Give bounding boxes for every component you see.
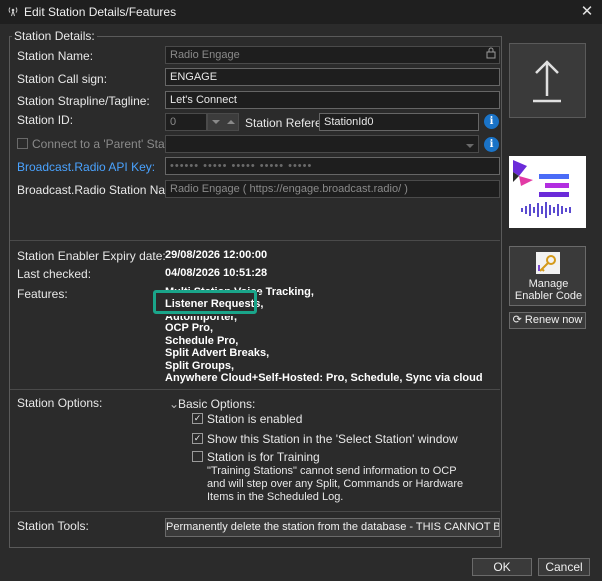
manage-enabler-label: Manage Enabler Code — [514, 278, 583, 302]
reference-info-icon[interactable]: i — [484, 114, 499, 129]
delete-station-button[interactable]: Permanently delete the station from the … — [165, 518, 500, 537]
training-label: Station is for Training — [207, 450, 320, 464]
key-icon — [535, 251, 561, 275]
divider — [10, 511, 500, 512]
feature-item: Split Groups, — [165, 360, 235, 372]
broadcast-icon — [7, 5, 19, 17]
station-name-label: Station Name: — [17, 49, 94, 63]
station-enabled-label: Station is enabled — [207, 412, 303, 426]
show-station-label: Show this Station in the 'Select Station… — [207, 432, 458, 446]
upload-arrow-icon — [533, 60, 561, 103]
renew-now-label: Renew now — [524, 314, 583, 326]
training-note: "Training Stations" cannot send informat… — [207, 465, 464, 503]
strapline-input[interactable]: Let's Connect — [165, 91, 500, 109]
divider — [10, 389, 500, 390]
chevron-down-icon — [465, 139, 475, 153]
last-checked-label: Last checked: — [17, 267, 92, 281]
station-id-stepper[interactable] — [207, 113, 239, 131]
basic-options-label: Basic Options: — [178, 397, 256, 411]
api-key-input[interactable]: •••••• ••••• ••••• ••••• ••••• — [165, 157, 500, 175]
parent-info-icon[interactable]: i — [484, 137, 499, 152]
features-label: Features: — [17, 287, 68, 301]
cancel-button[interactable]: Cancel — [538, 558, 590, 576]
station-tools-label: Station Tools: — [17, 519, 89, 533]
expiry-label: Station Enabler Expiry date: — [17, 249, 166, 263]
feature-item: Anywhere Cloud+Self-Hosted: Pro, Schedul… — [165, 372, 483, 384]
api-key-link[interactable]: Broadcast.Radio API Key: — [17, 160, 155, 174]
station-options-label: Station Options: — [17, 396, 103, 410]
training-checkbox[interactable] — [192, 451, 203, 462]
strapline-label: Station Strapline/Tagline: — [17, 94, 150, 108]
refresh-icon: ⟳ — [512, 314, 522, 326]
br-station-name-label: Broadcast.Radio Station Name: — [17, 183, 186, 197]
station-id-label: Station ID: — [17, 113, 74, 127]
station-logo-image — [509, 156, 586, 228]
window-title: Edit Station Details/Features — [24, 5, 177, 19]
close-button[interactable]: ✕ — [576, 2, 598, 22]
expiry-value: 29/08/2026 12:00:00 — [165, 249, 268, 261]
parent-station-select[interactable] — [165, 135, 479, 153]
feature-item: OCP Pro, — [165, 322, 214, 334]
lock-icon — [486, 47, 496, 59]
parent-station-checkbox[interactable] — [17, 138, 28, 149]
renew-now-button[interactable]: ⟳ Renew now — [509, 312, 586, 329]
station-name-value: Radio Engage — [170, 49, 240, 61]
last-checked-value: 04/08/2026 10:51:28 — [165, 267, 268, 279]
station-enabled-checkbox[interactable]: ✓ — [192, 413, 203, 424]
highlight-box — [153, 290, 257, 314]
feature-item: Schedule Pro, — [165, 335, 239, 347]
station-reference-input[interactable]: StationId0 — [319, 113, 479, 131]
divider — [10, 240, 500, 241]
call-sign-label: Station Call sign: — [17, 72, 108, 86]
show-station-checkbox[interactable]: ✓ — [192, 433, 203, 444]
call-sign-input[interactable]: ENGAGE — [165, 68, 500, 86]
feature-item: Split Advert Breaks, — [165, 347, 270, 359]
station-details-legend: Station Details: — [12, 29, 97, 43]
ok-button[interactable]: OK — [472, 558, 532, 576]
station-id-input[interactable]: 0 — [165, 113, 207, 131]
br-station-name-field: Radio Engage ( https://engage.broadcast.… — [165, 180, 500, 198]
station-name-field: Radio Engage — [165, 46, 500, 64]
upload-logo-button[interactable] — [509, 43, 586, 118]
manage-enabler-button[interactable]: Manage Enabler Code — [509, 246, 586, 306]
